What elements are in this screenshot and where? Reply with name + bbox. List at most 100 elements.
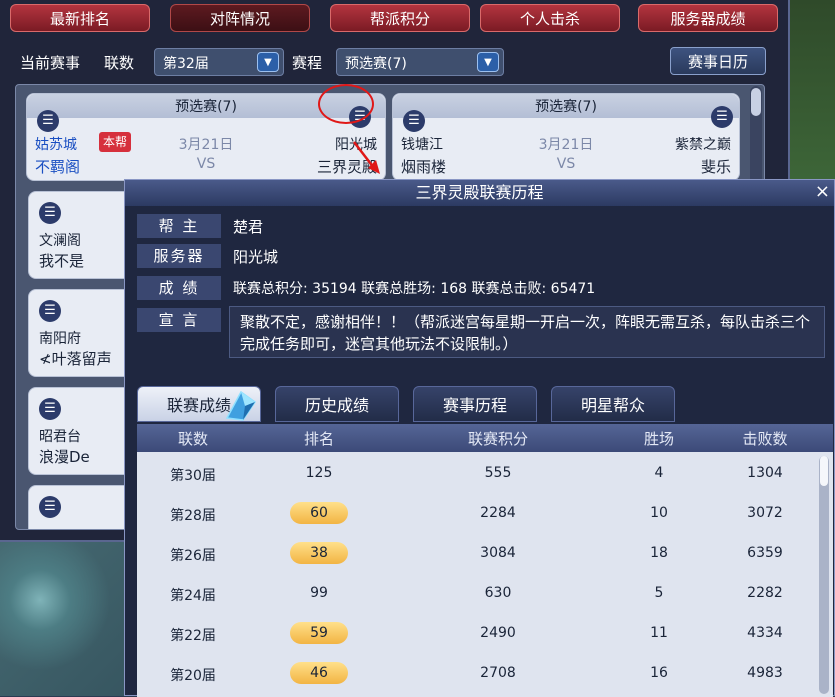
cell-rank: 59 (249, 622, 389, 644)
tab-event-history[interactable]: 赛事历程 (413, 386, 537, 422)
menu-icon[interactable]: ☰ (39, 300, 61, 322)
schedule-label: 赛程 (292, 54, 323, 72)
left-server: 南阳府 (39, 331, 81, 347)
scrollbar-thumb[interactable] (820, 456, 828, 486)
right-server: 紫禁之巅 (675, 137, 731, 153)
session-select[interactable]: 第32届 ▼ (154, 48, 284, 76)
right-guild[interactable]: 斐乐 (701, 156, 731, 177)
session-select-value: 第32届 (163, 56, 209, 72)
tab-server-results[interactable]: 服务器成绩 (638, 4, 778, 32)
match-card[interactable]: ☰ 预选赛(7) ☰ 3月21日 VS 钱塘江 烟雨楼 紫禁之巅 斐乐 (392, 93, 740, 181)
cell-session: 第22届 (170, 628, 216, 644)
filter-row: 当前赛事 联数 第32届 ▼ 赛程 预选赛(7) ▼ (20, 48, 780, 76)
schedule-select[interactable]: 预选赛(7) ▼ (336, 48, 504, 76)
tab-personal-kills[interactable]: 个人击杀 (480, 4, 620, 32)
left-server: 文澜阁 (39, 233, 81, 249)
left-server: 钱塘江 (401, 137, 443, 153)
column-header: 胜场 (643, 430, 674, 448)
cell-kills: 6359 (747, 545, 783, 561)
cell-wins: 10 (650, 505, 668, 521)
tab-history-results[interactable]: 历史成绩 (275, 386, 399, 422)
cell-rank: 99 (310, 585, 328, 601)
event-calendar-button[interactable]: 赛事日历 (670, 47, 766, 75)
cell-kills: 3072 (747, 505, 783, 521)
leader-value: 楚君 (233, 218, 264, 236)
left-server: 昭君台 (39, 429, 81, 445)
match-card[interactable]: ☰ 昭君台 浪漫De (28, 387, 138, 475)
highlight-circle-annotation (318, 84, 374, 124)
match-card[interactable]: ☰ 文澜阁 我不是 (28, 191, 138, 279)
cell-kills: 1304 (747, 465, 783, 481)
server-row: 服务器 阳光城 (137, 244, 827, 268)
table-scrollbar[interactable] (819, 456, 829, 694)
table-row[interactable]: 第28届 60 2284 10 3072 (137, 494, 817, 534)
rank-badge: 46 (290, 662, 348, 684)
cell-rank: 60 (249, 502, 389, 524)
rank-badge: 59 (290, 622, 348, 644)
cell-session: 第20届 (170, 668, 216, 684)
rank-badge: 60 (290, 502, 348, 524)
tab-league-results-label: 联赛成绩 (166, 396, 231, 415)
guild-history-dialog: 三界灵殿联赛历程 × 帮 主 楚君 服务器 阳光城 成 绩 联赛总积分: 351… (124, 179, 835, 697)
leader-row: 帮 主 楚君 (137, 214, 827, 238)
server-value: 阳光城 (233, 248, 279, 266)
leader-label: 帮 主 (137, 214, 221, 238)
cell-kills: 2282 (747, 585, 783, 601)
arrow-annotation-icon (353, 141, 380, 174)
match-card[interactable]: ☰ (28, 485, 138, 529)
tab-latest-ranking[interactable]: 最新排名 (10, 4, 150, 32)
cell-points: 2284 (480, 505, 516, 521)
results-table: 联数 排名 联赛积分 胜场 击败数 第30届 125 555 4 1304 第2… (137, 424, 833, 697)
table-header: 联数 排名 联赛积分 胜场 击败数 (137, 424, 833, 452)
rank-badge: 38 (290, 542, 348, 564)
cell-rank: 46 (249, 662, 389, 684)
history-tabs: 联赛成绩 历史成绩 赛事历程 明星帮众 (137, 386, 697, 422)
table-row[interactable]: 第20届 46 2708 16 4983 (137, 654, 817, 694)
session-label: 联数 (104, 54, 135, 72)
column-header: 排名 (303, 430, 334, 448)
cell-wins: 5 (654, 585, 664, 601)
schedule-select-value: 预选赛(7) (345, 56, 407, 72)
scrollbar-thumb[interactable] (751, 88, 761, 116)
cell-session: 第30届 (170, 468, 216, 484)
left-guild[interactable]: 不羁阁 (35, 156, 80, 177)
tab-matchups[interactable]: 对阵情况 (170, 4, 310, 32)
cell-wins: 18 (650, 545, 668, 561)
result-value: 联赛总积分: 35194 联赛总胜场: 168 联赛总击败: 65471 (233, 281, 596, 297)
cell-session: 第28届 (170, 508, 216, 524)
menu-icon[interactable]: ☰ (39, 496, 61, 518)
column-header: 击败数 (742, 430, 788, 448)
cell-points: 555 (484, 465, 512, 481)
table-row[interactable]: 第26届 38 3084 18 6359 (137, 534, 817, 574)
cell-wins: 16 (650, 665, 668, 681)
match-stage: 预选赛(7) (535, 99, 597, 115)
cell-rank: 38 (249, 542, 389, 564)
table-row[interactable]: 第30届 125 555 4 1304 (137, 454, 817, 494)
left-server: 姑苏城 (35, 137, 77, 153)
table-row[interactable]: 第22届 59 2490 11 4334 (137, 614, 817, 654)
result-label: 成 绩 (137, 276, 221, 300)
cell-points: 630 (484, 585, 512, 601)
match-card[interactable]: ☰ 南阳府 ≮叶落留声 (28, 289, 138, 377)
menu-icon[interactable]: ☰ (39, 398, 61, 420)
left-guild[interactable]: 烟雨楼 (401, 156, 446, 177)
cell-points: 2490 (480, 625, 516, 641)
close-icon[interactable]: × (815, 182, 830, 202)
server-label: 服务器 (137, 244, 221, 268)
table-row[interactable]: 第24届 99 630 5 2282 (137, 574, 817, 614)
tab-guild-points[interactable]: 帮派积分 (330, 4, 470, 32)
cell-kills: 4983 (747, 665, 783, 681)
menu-icon[interactable]: ☰ (39, 202, 61, 224)
chevron-down-icon[interactable]: ▼ (477, 52, 499, 72)
left-guild[interactable]: ≮叶落留声 (39, 348, 112, 369)
gem-icon (225, 390, 257, 421)
motto-row: 宣 言 (137, 308, 227, 332)
left-guild[interactable]: 浪漫De (39, 446, 90, 467)
left-guild[interactable]: 我不是 (39, 250, 84, 271)
column-header: 联赛积分 (467, 430, 528, 448)
tab-star-members[interactable]: 明星帮众 (551, 386, 675, 422)
current-event-label: 当前赛事 (20, 54, 81, 72)
cell-points: 2708 (480, 665, 516, 681)
menu-icon[interactable]: ☰ (711, 106, 733, 128)
chevron-down-icon[interactable]: ▼ (257, 52, 279, 72)
